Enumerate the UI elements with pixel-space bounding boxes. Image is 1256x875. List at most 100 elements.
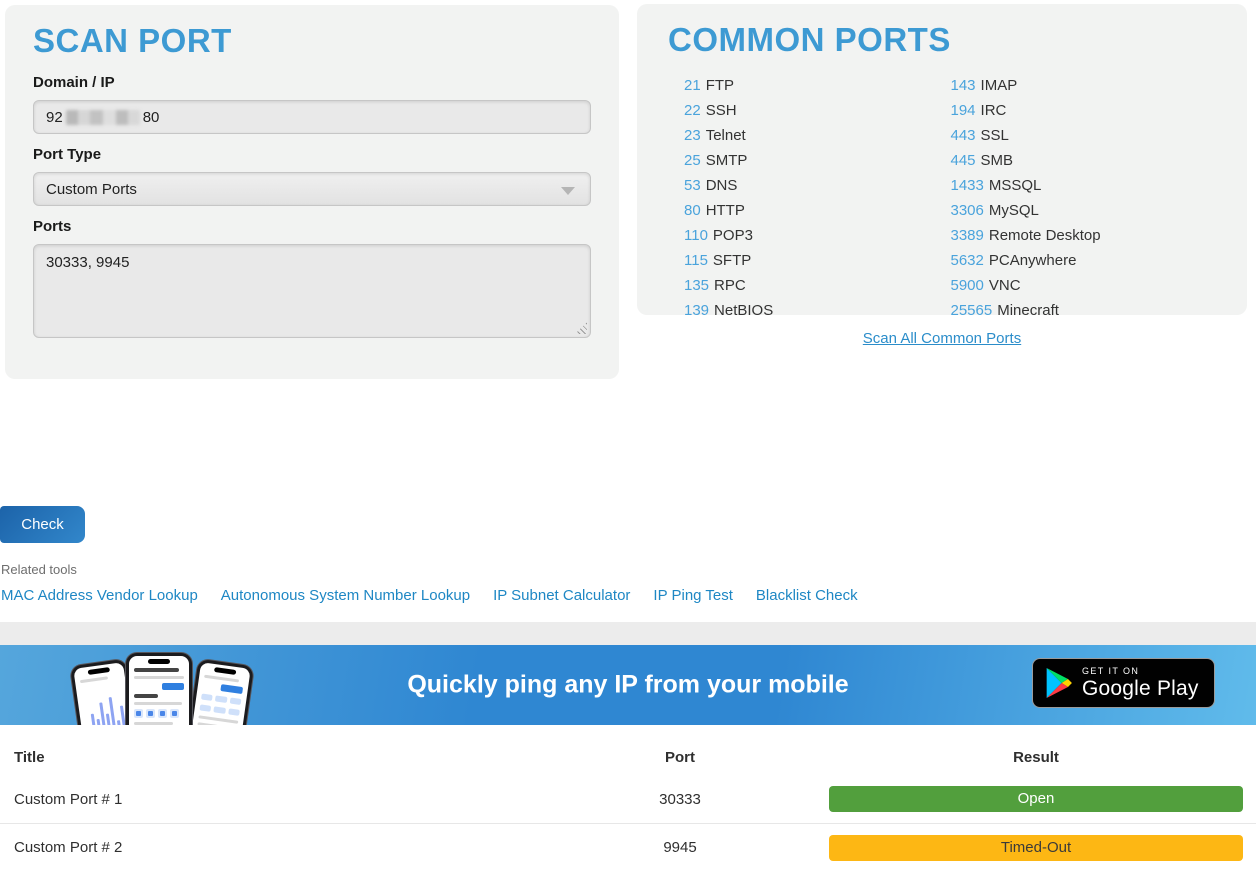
result-cell: Open xyxy=(800,786,1256,812)
related-tool-link[interactable]: MAC Address Vendor Lookup xyxy=(1,587,198,605)
port-service-name: RPC xyxy=(714,277,746,294)
common-port-item[interactable]: 110 POP3 xyxy=(684,223,951,248)
port-service-name: Remote Desktop xyxy=(989,227,1101,244)
related-tool-link[interactable]: Autonomous System Number Lookup xyxy=(221,587,470,605)
common-port-item[interactable]: 443 SSL xyxy=(951,123,1218,148)
common-port-item[interactable]: 3306 MySQL xyxy=(951,198,1218,223)
related-tools-links: MAC Address Vendor Lookup Autonomous Syst… xyxy=(1,587,858,605)
port-service-name: FTP xyxy=(706,77,734,94)
results-body: Custom Port # 130333OpenCustom Port # 29… xyxy=(0,775,1256,871)
port-number: 443 xyxy=(951,127,976,144)
port-number: 5900 xyxy=(951,277,984,294)
port-service-name: MySQL xyxy=(989,202,1039,219)
common-port-item[interactable]: 445 SMB xyxy=(951,148,1218,173)
port-number: 110 xyxy=(684,227,708,244)
port-type-select[interactable]: Custom Ports xyxy=(33,172,591,206)
section-divider-strip xyxy=(0,622,1256,645)
check-button[interactable]: Check xyxy=(0,506,85,543)
column-header-port: Port xyxy=(560,749,800,766)
common-port-item[interactable]: 80HTTP xyxy=(684,198,951,223)
port-type-label: Port Type xyxy=(33,146,591,163)
ports-value: 30333, 9945 xyxy=(46,254,129,271)
domain-ip-value-prefix: 92 xyxy=(46,109,63,126)
phone-mockups xyxy=(78,650,254,725)
results-header-row: Title Port Result xyxy=(0,725,1256,775)
port-service-name: DNS xyxy=(706,177,738,194)
column-header-title: Title xyxy=(0,749,560,766)
common-port-item[interactable]: 21 FTP xyxy=(684,73,951,98)
port-service-name: VNC xyxy=(989,277,1021,294)
port-number: 3306 xyxy=(951,202,984,219)
common-port-item[interactable]: 5632 PCAnywhere xyxy=(951,248,1218,273)
result-status-badge: Open xyxy=(829,786,1243,812)
common-ports-grid: 21 FTP 22SSH23Telnet25SMTP53DNS80HTTP 110 PO… xyxy=(668,73,1217,323)
port-service-name: NetBIOS xyxy=(714,302,773,319)
port-number: 23 xyxy=(684,127,701,144)
port-number: 143 xyxy=(951,77,976,94)
port-number: 445 xyxy=(951,152,976,169)
port-service-name: SSH xyxy=(706,102,737,119)
port-service-name: HTTP xyxy=(706,202,745,219)
common-port-item[interactable]: 25SMTP xyxy=(684,148,951,173)
common-port-item[interactable]: 22SSH xyxy=(684,98,951,123)
column-header-result: Result xyxy=(800,749,1256,766)
common-port-item[interactable]: 25565Minecraft xyxy=(951,298,1218,323)
common-ports-panel: COMMON PORTS 21FTP22SSH23Telnet25SMTP53D… xyxy=(637,4,1247,315)
google-play-badge[interactable]: GET IT ON Google Play xyxy=(1032,658,1215,708)
ports-textarea[interactable]: 30333, 9945 xyxy=(33,244,591,338)
port-service-name: SMB xyxy=(981,152,1014,169)
common-port-item[interactable]: 53DNS xyxy=(684,173,951,198)
port-number: 5632 xyxy=(951,252,984,269)
related-tool-link[interactable]: Blacklist Check xyxy=(756,587,858,605)
result-status-badge: Timed-Out xyxy=(829,835,1243,861)
port-number: 3389 xyxy=(951,227,984,244)
common-port-item[interactable]: 115SFTP xyxy=(684,248,951,273)
scan-port-panel: SCAN PORT Domain / IP 9280 Port Type Cus… xyxy=(5,5,619,379)
scan-all-common-ports-link[interactable]: Scan All Common Ports xyxy=(637,331,1247,347)
scan-results-table: Title Port Result Custom Port # 130333Op… xyxy=(0,725,1256,871)
result-cell: Timed-Out xyxy=(800,835,1256,861)
domain-ip-input[interactable]: 92 80 xyxy=(33,100,591,134)
port-number: 21 xyxy=(684,77,701,94)
port-scan-page: SCAN PORT Domain / IP 9280 Port Type Cus… xyxy=(0,0,1256,875)
common-ports-right-column: 143IMAP 194 IRC 443 SSL 445 SMB 1433MSSQL 3306 My… xyxy=(951,73,1218,323)
google-play-get-it-on: GET IT ON xyxy=(1082,666,1199,677)
chevron-down-icon xyxy=(561,187,575,195)
table-row: Custom Port # 29945 Timed-Out xyxy=(0,823,1256,871)
common-port-item[interactable]: 1433MSSQL xyxy=(951,173,1218,198)
google-play-icon xyxy=(1045,668,1072,698)
port-number: 135 xyxy=(684,277,709,294)
ports-label: Ports xyxy=(33,218,591,235)
related-tool-link[interactable]: IP Subnet Calculator xyxy=(493,587,630,605)
phone-mockup-right xyxy=(182,659,254,725)
port-number: 115 xyxy=(684,252,708,269)
port-service-name: PCAnywhere xyxy=(989,252,1077,269)
common-port-item[interactable]: 5900 VNC xyxy=(951,273,1218,298)
table-row: Custom Port # 130333Open xyxy=(0,775,1256,823)
related-tool-link[interactable]: IP Ping Test xyxy=(653,587,733,605)
port-number: 194 xyxy=(951,102,976,119)
common-port-item[interactable]: 23Telnet xyxy=(684,123,951,148)
common-port-item[interactable]: 139 NetBIOS xyxy=(684,298,951,323)
result-title-cell: Custom Port # 2 xyxy=(0,839,560,856)
port-service-name: IRC xyxy=(981,102,1007,119)
port-type-selected-value: Custom Ports xyxy=(46,181,137,198)
domain-ip-value-suffix: 80 xyxy=(143,109,160,126)
common-ports-left-column: 21 FTP 22SSH23Telnet25SMTP53DNS80HTTP 110 PO… xyxy=(684,73,951,323)
resize-handle-icon[interactable] xyxy=(575,322,587,334)
port-service-name: POP3 xyxy=(713,227,753,244)
result-port-cell: 9945 xyxy=(560,839,800,856)
common-port-item[interactable]: 3389 Remote Desktop xyxy=(951,223,1218,248)
port-number: 1433 xyxy=(951,177,984,194)
common-port-item[interactable]: 143IMAP xyxy=(951,73,1218,98)
port-service-name: SSL xyxy=(981,127,1009,144)
result-port-cell: 30333 xyxy=(560,791,800,808)
port-number: 139 xyxy=(684,302,709,319)
related-tools-heading: Related tools xyxy=(1,562,77,577)
port-number: 25565 xyxy=(951,302,993,319)
redacted-ip-blur xyxy=(66,110,140,125)
common-port-item[interactable]: 194 IRC xyxy=(951,98,1218,123)
common-port-item[interactable]: 135 RPC xyxy=(684,273,951,298)
google-play-wordmark: Google Play xyxy=(1082,677,1199,701)
port-service-name: Minecraft xyxy=(997,302,1059,319)
